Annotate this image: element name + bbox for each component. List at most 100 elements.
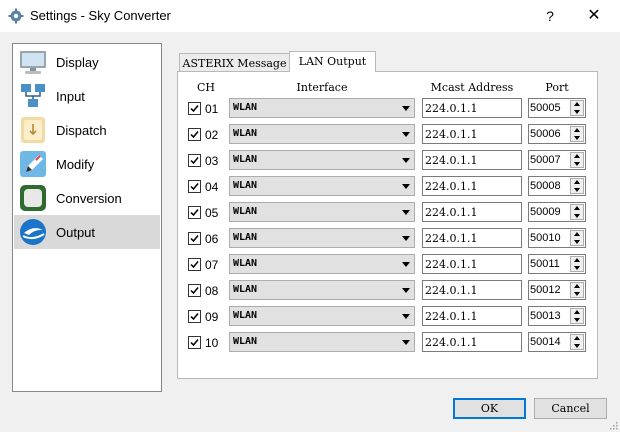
- window-title: Settings - Sky Converter: [30, 8, 171, 23]
- sidebar-item-label: Display: [56, 55, 99, 70]
- interface-select[interactable]: WLAN: [229, 306, 415, 326]
- channel-checkbox[interactable]: [188, 154, 201, 167]
- checkmark-icon: [190, 339, 199, 347]
- channel-checkbox[interactable]: [188, 128, 201, 141]
- mcast-address-input[interactable]: 224.0.1.1: [422, 98, 522, 118]
- arrow-down-icon: [574, 240, 580, 244]
- tab-lan-output[interactable]: LAN Output: [289, 51, 376, 72]
- mcast-address-input[interactable]: 224.0.1.1: [422, 176, 522, 196]
- port-stepper[interactable]: [570, 152, 584, 168]
- sidebar-item-input[interactable]: Input: [14, 79, 160, 113]
- channel-checkbox[interactable]: [188, 180, 201, 193]
- port-spinbox[interactable]: 50013: [528, 306, 586, 326]
- sidebar-item-modify[interactable]: Modify: [14, 147, 160, 181]
- mcast-address-input[interactable]: 224.0.1.1: [422, 202, 522, 222]
- interface-value: WLAN: [233, 310, 258, 321]
- arrow-down-icon: [574, 188, 580, 192]
- port-stepper[interactable]: [570, 334, 584, 350]
- interface-select[interactable]: WLAN: [229, 124, 415, 144]
- mcast-address-value: 224.0.1.1: [425, 128, 478, 141]
- port-stepper[interactable]: [570, 282, 584, 298]
- chevron-down-icon: [402, 288, 410, 293]
- interface-select[interactable]: WLAN: [229, 254, 415, 274]
- arrow-down-icon: [574, 318, 580, 322]
- interface-select[interactable]: WLAN: [229, 150, 415, 170]
- checkmark-icon: [190, 313, 199, 321]
- port-spinbox[interactable]: 50010: [528, 228, 586, 248]
- mcast-address-input[interactable]: 224.0.1.1: [422, 332, 522, 352]
- port-stepper[interactable]: [570, 256, 584, 272]
- mcast-address-value: 224.0.1.1: [425, 284, 478, 297]
- channel-checkbox[interactable]: [188, 284, 201, 297]
- chevron-down-icon: [402, 262, 410, 267]
- port-value: 50007: [530, 154, 561, 166]
- help-button[interactable]: ?: [538, 5, 562, 27]
- interface-value: WLAN: [233, 102, 258, 113]
- cancel-button[interactable]: Cancel: [534, 398, 607, 419]
- port-value: 50009: [530, 206, 561, 218]
- port-spinbox[interactable]: 50008: [528, 176, 586, 196]
- port-stepper[interactable]: [570, 308, 584, 324]
- sidebar-item-label: Output: [56, 225, 96, 240]
- ok-button[interactable]: OK: [453, 398, 526, 419]
- channel-checkbox[interactable]: [188, 336, 201, 349]
- checkmark-icon: [190, 287, 199, 295]
- port-value: 50006: [530, 128, 561, 140]
- port-stepper[interactable]: [570, 230, 584, 246]
- channel-checkbox[interactable]: [188, 232, 201, 245]
- resize-grip-icon[interactable]: [608, 420, 618, 430]
- channel-checkbox[interactable]: [188, 102, 201, 115]
- mcast-address-input[interactable]: 224.0.1.1: [422, 228, 522, 248]
- checkmark-icon: [190, 261, 199, 269]
- channel-number: 09: [205, 310, 219, 324]
- port-spinbox[interactable]: 50012: [528, 280, 586, 300]
- mcast-address-input[interactable]: 224.0.1.1: [422, 254, 522, 274]
- interface-select[interactable]: WLAN: [229, 228, 415, 248]
- header-ch: CH: [196, 81, 215, 94]
- port-stepper[interactable]: [570, 178, 584, 194]
- interface-select[interactable]: WLAN: [229, 280, 415, 300]
- port-spinbox[interactable]: 50006: [528, 124, 586, 144]
- channel-number: 10: [205, 336, 219, 350]
- chevron-down-icon: [402, 340, 410, 345]
- port-stepper[interactable]: [570, 126, 584, 142]
- mcast-address-value: 224.0.1.1: [425, 206, 478, 219]
- interface-select[interactable]: WLAN: [229, 202, 415, 222]
- interface-select[interactable]: WLAN: [229, 176, 415, 196]
- sidebar-item-dispatch[interactable]: Dispatch: [14, 113, 160, 147]
- channel-checkbox[interactable]: [188, 258, 201, 271]
- arrow-down-icon: [574, 110, 580, 114]
- mcast-address-input[interactable]: 224.0.1.1: [422, 124, 522, 144]
- channel-checkbox[interactable]: [188, 206, 201, 219]
- port-stepper[interactable]: [570, 100, 584, 116]
- tab-asterix-message[interactable]: ASTERIX Message: [179, 53, 290, 72]
- sidebar-item-output[interactable]: Output: [14, 215, 160, 249]
- monitor-icon: [20, 51, 46, 74]
- header-interface: Interface: [296, 81, 348, 94]
- sidebar-item-display[interactable]: Display: [14, 45, 160, 79]
- mcast-address-input[interactable]: 224.0.1.1: [422, 150, 522, 170]
- port-spinbox[interactable]: 50014: [528, 332, 586, 352]
- channel-checkbox[interactable]: [188, 310, 201, 323]
- port-stepper[interactable]: [570, 204, 584, 220]
- port-spinbox[interactable]: 50007: [528, 150, 586, 170]
- port-spinbox[interactable]: 50005: [528, 98, 586, 118]
- arrow-down-icon: [574, 266, 580, 270]
- arrow-down-icon: [574, 292, 580, 296]
- interface-value: WLAN: [233, 128, 258, 139]
- checkmark-icon: [190, 157, 199, 165]
- interface-select[interactable]: WLAN: [229, 332, 415, 352]
- output-icon: [20, 219, 46, 245]
- mcast-address-value: 224.0.1.1: [425, 180, 478, 193]
- interface-select[interactable]: WLAN: [229, 98, 415, 118]
- sidebar-item-conversion[interactable]: Conversion: [14, 181, 160, 215]
- close-button[interactable]: ✕: [580, 5, 608, 27]
- mcast-address-input[interactable]: 224.0.1.1: [422, 280, 522, 300]
- port-spinbox[interactable]: 50011: [528, 254, 586, 274]
- port-value: 50011: [530, 258, 560, 270]
- port-spinbox[interactable]: 50009: [528, 202, 586, 222]
- arrow-up-icon: [574, 284, 580, 288]
- chevron-down-icon: [402, 132, 410, 137]
- chevron-down-icon: [402, 314, 410, 319]
- mcast-address-input[interactable]: 224.0.1.1: [422, 306, 522, 326]
